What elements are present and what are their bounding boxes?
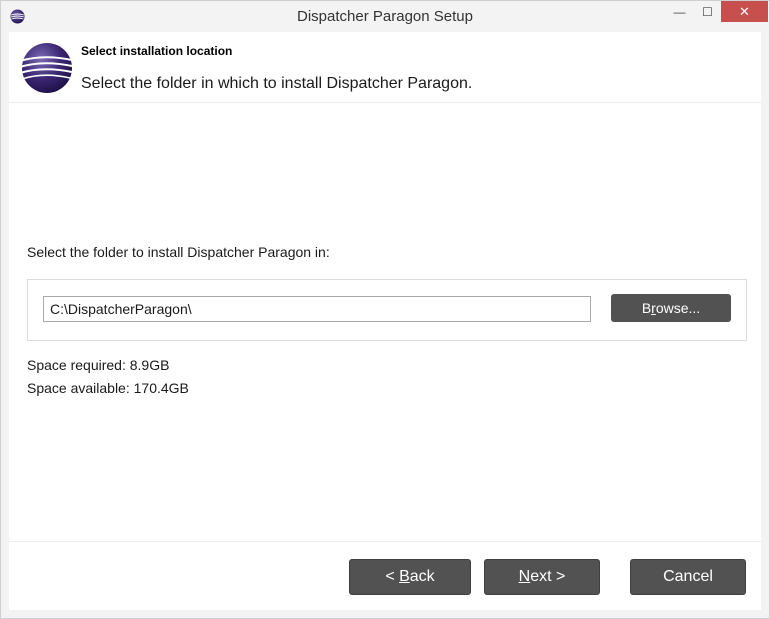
header-subtitle: Select the folder in which to install Di… [81,75,473,92]
wizard-client-area: Select installation location Select the … [9,32,761,610]
next-label-mnemonic: N [518,568,531,585]
destination-folder-group: Browse... [27,279,747,341]
title-bar[interactable]: Dispatcher Paragon Setup — ☐ ✕ [1,1,769,32]
back-label-pre: < [385,568,400,585]
browse-button[interactable]: Br owse... [611,294,731,322]
cancel-label: Cancel [663,568,713,585]
next-label-post: ext > [530,568,566,585]
next-button[interactable]: Next > [484,559,600,595]
destination-path-input[interactable] [43,296,591,322]
setup-window: Dispatcher Paragon Setup — ☐ ✕ Select in… [0,0,770,619]
close-button[interactable]: ✕ [721,1,768,22]
maximize-button[interactable]: ☐ [694,1,721,22]
space-required-text: Space required: 8.9GB [27,357,170,373]
space-available-text: Space available: 170.4GB [27,380,189,396]
back-label-mnemonic: B [399,568,410,585]
back-label-post: ack [409,568,435,585]
back-button[interactable]: < Back [349,559,471,595]
minimize-button[interactable]: — [665,1,694,22]
browse-label-post: owse... [655,300,701,316]
wizard-header: Select installation location Select the … [9,32,761,103]
browse-label-pre: B [641,300,652,316]
window-title: Dispatcher Paragon Setup [297,8,473,25]
cancel-button[interactable]: Cancel [630,559,746,595]
paragon-logo-icon [19,43,73,93]
footer-divider [9,541,761,542]
close-icon: ✕ [739,3,750,19]
folder-label: Select the folder to install Dispatcher … [27,244,330,260]
header-title: Select installation location [81,44,233,58]
maximize-icon: ☐ [702,4,713,19]
minimize-icon: — [673,4,686,19]
